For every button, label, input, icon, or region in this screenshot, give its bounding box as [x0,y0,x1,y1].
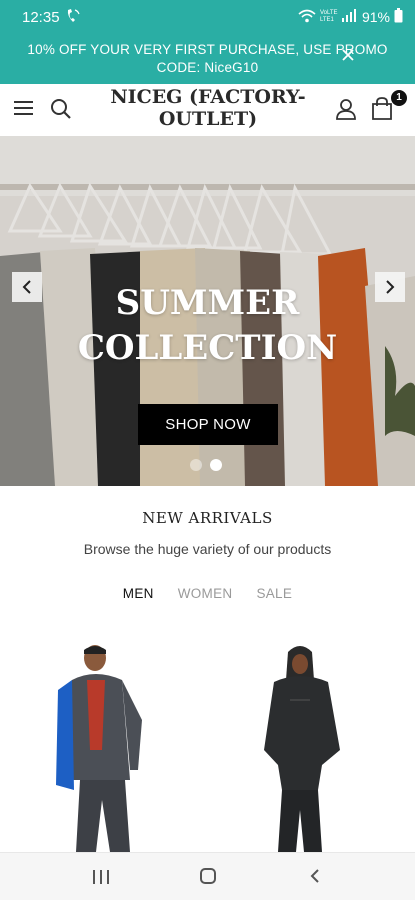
close-icon[interactable] [341,48,355,62]
system-nav-bar [0,852,415,900]
home-icon[interactable] [199,867,217,890]
slider-dots [190,459,222,471]
slider-dot-2[interactable] [210,459,222,471]
battery-level: 91% [361,9,390,25]
shop-now-button[interactable]: SHOP NOW [138,404,278,445]
product-card[interactable] [260,640,400,855]
search-icon[interactable] [50,98,72,125]
tab-sale[interactable]: SALE [244,586,304,601]
tab-men[interactable]: MEN [111,586,166,601]
signal-icon [341,9,356,25]
cart-count-badge: 1 [391,90,407,106]
category-tabs: MEN WOMEN SALE [0,586,415,601]
tab-women[interactable]: WOMEN [166,586,245,601]
product-image [56,645,142,852]
wifi-icon [298,9,316,26]
promo-banner: 10% OFF YOUR VERY FIRST PURCHASE, USE PR… [0,34,415,84]
site-header: NICEG (FACTORY-OUTLET) 1 [0,84,415,136]
menu-icon[interactable] [14,100,34,121]
product-image [264,646,340,852]
product-card[interactable] [50,640,190,855]
section-title: NEW ARRIVALS [142,509,273,527]
hero-slider[interactable]: SUMMER COLLECTION SHOP NOW [0,136,415,486]
cart-icon[interactable] [371,97,393,126]
recent-apps-icon[interactable] [92,869,110,890]
battery-icon [394,8,403,26]
slider-dot-1[interactable] [190,459,202,471]
wifi-call-icon [66,8,80,29]
back-icon[interactable] [309,868,321,889]
store-title[interactable]: NICEG (FACTORY-OUTLET) [108,86,308,130]
status-bar: 12:35 VoLTE LTE1 91% [0,0,415,34]
network-icon: VoLTE LTE1 [319,10,338,23]
account-icon[interactable] [335,98,357,125]
section-subtitle: Browse the huge variety of our products [83,541,332,557]
hero-title: SUMMER COLLECTION [77,283,338,368]
status-time: 12:35 [22,9,60,26]
